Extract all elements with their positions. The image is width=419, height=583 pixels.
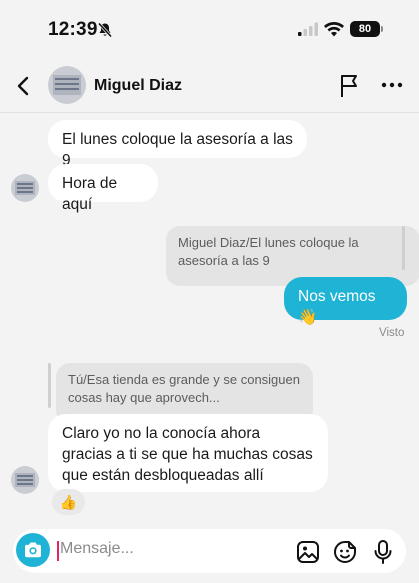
seen-status: Visto xyxy=(379,327,405,339)
reply-indicator-bar xyxy=(48,363,51,408)
sender-avatar[interactable] xyxy=(11,466,39,494)
header-divider xyxy=(0,112,419,113)
sender-avatar[interactable] xyxy=(11,174,39,202)
back-icon[interactable] xyxy=(13,74,35,98)
battery-icon: 80 xyxy=(350,21,380,37)
bell-slash-icon xyxy=(97,22,113,38)
sticker-icon[interactable] xyxy=(333,540,357,564)
incoming-message[interactable]: Claro yo no la conocía ahora gracias a t… xyxy=(48,414,328,492)
flag-icon[interactable] xyxy=(338,73,362,99)
reaction-badge[interactable]: 👍 xyxy=(52,489,85,515)
wifi-icon xyxy=(324,22,344,37)
contact-name[interactable]: Miguel Diaz xyxy=(94,77,182,95)
outgoing-message[interactable]: Nos vemos 👋 xyxy=(284,277,407,326)
reply-indicator-bar xyxy=(402,226,405,270)
message-input[interactable]: Mensaje... xyxy=(60,540,134,558)
camera-icon xyxy=(25,542,41,558)
more-icon[interactable] xyxy=(380,81,404,89)
incoming-message[interactable]: El lunes coloque la asesoría a las 9 xyxy=(48,120,307,169)
status-time: 12:39 xyxy=(48,19,98,40)
camera-button[interactable] xyxy=(16,533,50,567)
signal-icon xyxy=(298,22,318,36)
avatar[interactable] xyxy=(48,66,86,104)
microphone-icon[interactable] xyxy=(372,539,394,565)
text-caret xyxy=(57,541,59,561)
gallery-icon[interactable] xyxy=(296,540,320,564)
incoming-message[interactable]: Hora de aquí xyxy=(48,164,158,213)
battery-cap xyxy=(381,26,383,32)
